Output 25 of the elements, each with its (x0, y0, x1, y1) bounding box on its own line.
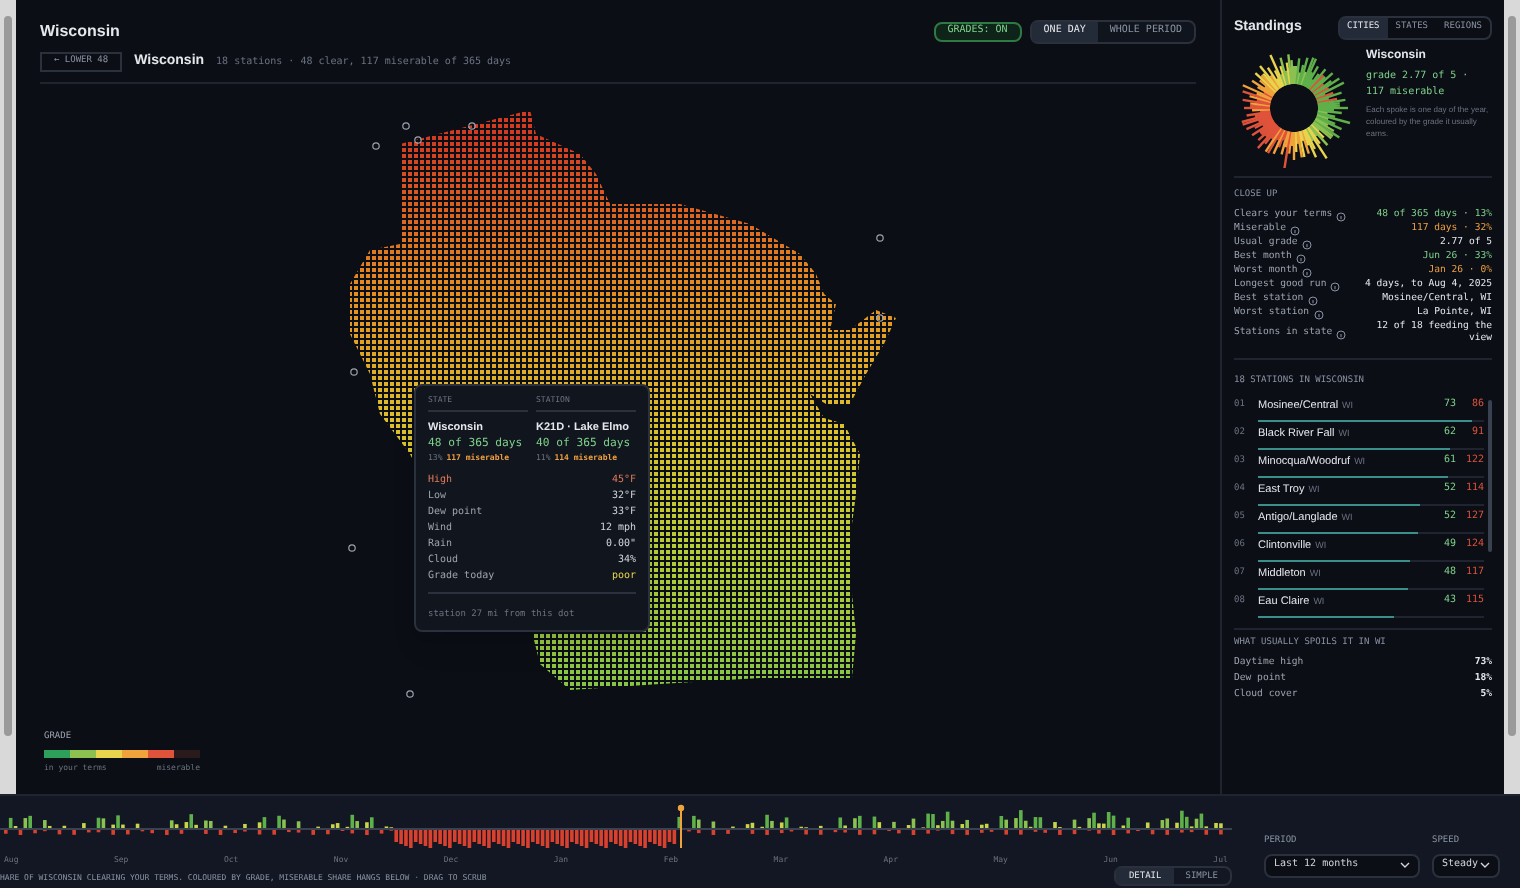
info-icon[interactable] (1290, 225, 1300, 235)
info-icon[interactable] (1336, 329, 1347, 339)
scrollbar[interactable] (1504, 0, 1520, 794)
info-icon[interactable] (1295, 253, 1306, 263)
station-marker[interactable] (414, 135, 422, 143)
info-icon[interactable] (1336, 211, 1347, 221)
info-icon[interactable] (1313, 309, 1324, 319)
station-marker[interactable] (876, 313, 884, 321)
station-marker[interactable] (350, 367, 358, 375)
chevron-icon (1400, 862, 1410, 869)
timeline-drawing[interactable] (0, 800, 1232, 854)
station-marker[interactable] (468, 121, 476, 129)
scrollbar[interactable] (0, 0, 16, 794)
station-marker[interactable] (876, 233, 884, 241)
station-marker[interactable] (348, 543, 356, 551)
station-marker[interactable] (372, 141, 380, 149)
chevron-icon (1480, 862, 1490, 869)
station-marker[interactable] (402, 121, 410, 129)
info-icon[interactable] (1330, 281, 1341, 291)
info-icon[interactable] (1307, 295, 1318, 305)
info-icon[interactable] (1301, 239, 1312, 249)
page-title: Wisconsin (40, 20, 120, 44)
info-icon[interactable] (1301, 267, 1312, 277)
station-marker[interactable] (406, 689, 414, 697)
list-scrollbar[interactable] (1488, 400, 1492, 552)
